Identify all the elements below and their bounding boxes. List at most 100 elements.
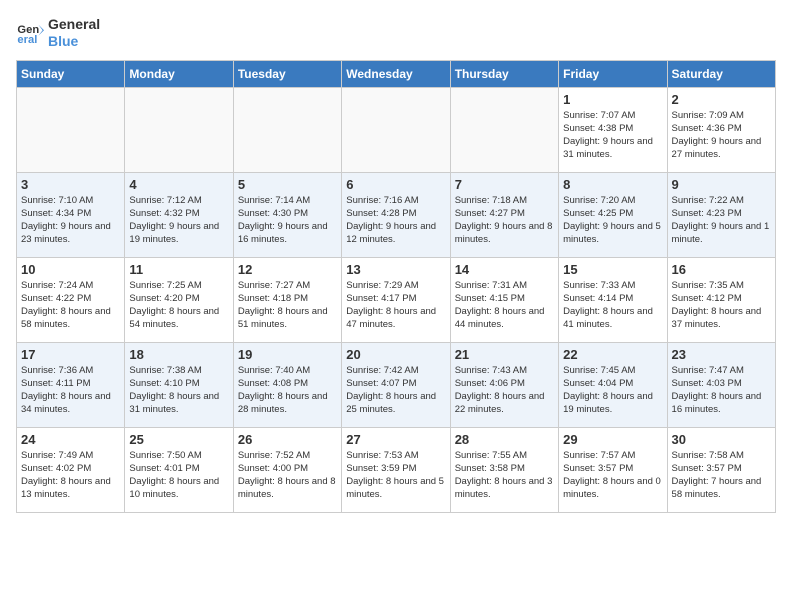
day-info: Sunrise: 7:40 AMSunset: 4:08 PMDaylight:… [238,364,337,417]
day-number: 1 [563,92,662,107]
day-info: Sunrise: 7:09 AMSunset: 4:36 PMDaylight:… [672,109,771,162]
day-number: 20 [346,347,445,362]
day-number: 25 [129,432,228,447]
day-info: Sunrise: 7:58 AMSunset: 3:57 PMDaylight:… [672,449,771,502]
day-info: Sunrise: 7:43 AMSunset: 4:06 PMDaylight:… [455,364,554,417]
week-row-5: 24 Sunrise: 7:49 AMSunset: 4:02 PMDayligh… [17,427,776,512]
day-number: 8 [563,177,662,192]
day-cell: 9 Sunrise: 7:22 AMSunset: 4:23 PMDaylight… [667,172,775,257]
day-info: Sunrise: 7:50 AMSunset: 4:01 PMDaylight:… [129,449,228,502]
col-header-tuesday: Tuesday [233,60,341,87]
day-info: Sunrise: 7:24 AMSunset: 4:22 PMDaylight:… [21,279,120,332]
col-header-monday: Monday [125,60,233,87]
day-cell: 27 Sunrise: 7:53 AMSunset: 3:59 PMDayligh… [342,427,450,512]
day-cell: 3 Sunrise: 7:10 AMSunset: 4:34 PMDaylight… [17,172,125,257]
day-cell: 19 Sunrise: 7:40 AMSunset: 4:08 PMDayligh… [233,342,341,427]
col-header-saturday: Saturday [667,60,775,87]
col-header-wednesday: Wednesday [342,60,450,87]
day-info: Sunrise: 7:14 AMSunset: 4:30 PMDaylight:… [238,194,337,247]
day-number: 7 [455,177,554,192]
day-number: 24 [21,432,120,447]
day-info: Sunrise: 7:36 AMSunset: 4:11 PMDaylight:… [21,364,120,417]
day-info: Sunrise: 7:42 AMSunset: 4:07 PMDaylight:… [346,364,445,417]
week-row-2: 3 Sunrise: 7:10 AMSunset: 4:34 PMDaylight… [17,172,776,257]
day-number: 2 [672,92,771,107]
day-info: Sunrise: 7:29 AMSunset: 4:17 PMDaylight:… [346,279,445,332]
day-cell: 6Sunrise: 7:16 AMSunset: 4:28 PMDaylight… [342,172,450,257]
day-number: 21 [455,347,554,362]
day-info: Sunrise: 7:38 AMSunset: 4:10 PMDaylight:… [129,364,228,417]
logo-text: General Blue [48,16,100,50]
header: Gen eral General Blue [16,16,776,50]
day-info: Sunrise: 7:53 AMSunset: 3:59 PMDaylight:… [346,449,445,502]
logo-icon: Gen eral [16,19,44,47]
day-info: Sunrise: 7:45 AMSunset: 4:04 PMDaylight:… [563,364,662,417]
day-cell: 12 Sunrise: 7:27 AMSunset: 4:18 PMDayligh… [233,257,341,342]
day-cell: 24 Sunrise: 7:49 AMSunset: 4:02 PMDayligh… [17,427,125,512]
day-info: Sunrise: 7:55 AMSunset: 3:58 PMDaylight:… [455,449,554,502]
day-cell: 20 Sunrise: 7:42 AMSunset: 4:07 PMDayligh… [342,342,450,427]
day-number: 15 [563,262,662,277]
week-row-4: 17 Sunrise: 7:36 AMSunset: 4:11 PMDayligh… [17,342,776,427]
day-cell: 25 Sunrise: 7:50 AMSunset: 4:01 PMDayligh… [125,427,233,512]
day-number: 12 [238,262,337,277]
day-cell: 21 Sunrise: 7:43 AMSunset: 4:06 PMDayligh… [450,342,558,427]
day-number: 3 [21,177,120,192]
day-info: Sunrise: 7:07 AMSunset: 4:38 PMDaylight:… [563,109,662,162]
week-row-1: 1 Sunrise: 7:07 AMSunset: 4:38 PMDaylight… [17,87,776,172]
day-cell: 11 Sunrise: 7:25 AMSunset: 4:20 PMDayligh… [125,257,233,342]
day-number: 6 [346,177,445,192]
day-cell: 5 Sunrise: 7:14 AMSunset: 4:30 PMDaylight… [233,172,341,257]
day-info: Sunrise: 7:49 AMSunset: 4:02 PMDaylight:… [21,449,120,502]
day-cell [450,87,558,172]
day-number: 19 [238,347,337,362]
day-number: 27 [346,432,445,447]
day-number: 16 [672,262,771,277]
day-info: Sunrise: 7:52 AMSunset: 4:00 PMDaylight:… [238,449,337,502]
day-info: Sunrise: 7:12 AMSunset: 4:32 PMDaylight:… [129,194,228,247]
day-number: 26 [238,432,337,447]
day-info: Sunrise: 7:47 AMSunset: 4:03 PMDaylight:… [672,364,771,417]
day-number: 14 [455,262,554,277]
day-number: 5 [238,177,337,192]
day-info: Sunrise: 7:57 AMSunset: 3:57 PMDaylight:… [563,449,662,502]
day-number: 22 [563,347,662,362]
day-cell: 10 Sunrise: 7:24 AMSunset: 4:22 PMDayligh… [17,257,125,342]
day-cell: 15 Sunrise: 7:33 AMSunset: 4:14 PMDayligh… [559,257,667,342]
day-info: Sunrise: 7:35 AMSunset: 4:12 PMDaylight:… [672,279,771,332]
day-info: Sunrise: 7:25 AMSunset: 4:20 PMDaylight:… [129,279,228,332]
day-cell: 26 Sunrise: 7:52 AMSunset: 4:00 PMDayligh… [233,427,341,512]
day-number: 4 [129,177,228,192]
day-cell: 29 Sunrise: 7:57 AMSunset: 3:57 PMDayligh… [559,427,667,512]
day-info: Sunrise: 7:10 AMSunset: 4:34 PMDaylight:… [21,194,120,247]
day-info: Sunrise: 7:18 AMSunset: 4:27 PMDaylight:… [455,194,554,247]
day-cell: 2 Sunrise: 7:09 AMSunset: 4:36 PMDaylight… [667,87,775,172]
day-cell [233,87,341,172]
day-cell: 8 Sunrise: 7:20 AMSunset: 4:25 PMDaylight… [559,172,667,257]
svg-text:eral: eral [17,34,37,46]
day-cell: 28 Sunrise: 7:55 AMSunset: 3:58 PMDayligh… [450,427,558,512]
day-info: Sunrise: 7:20 AMSunset: 4:25 PMDaylight:… [563,194,662,247]
day-info: Sunrise: 7:33 AMSunset: 4:14 PMDaylight:… [563,279,662,332]
day-cell: 16 Sunrise: 7:35 AMSunset: 4:12 PMDayligh… [667,257,775,342]
day-number: 18 [129,347,228,362]
day-cell: 23 Sunrise: 7:47 AMSunset: 4:03 PMDayligh… [667,342,775,427]
day-cell [342,87,450,172]
day-number: 29 [563,432,662,447]
day-number: 9 [672,177,771,192]
day-cell: 17 Sunrise: 7:36 AMSunset: 4:11 PMDayligh… [17,342,125,427]
col-header-thursday: Thursday [450,60,558,87]
calendar-table: SundayMondayTuesdayWednesdayThursdayFrid… [16,60,776,513]
day-number: 23 [672,347,771,362]
day-number: 28 [455,432,554,447]
day-cell [17,87,125,172]
day-info: Sunrise: 7:22 AMSunset: 4:23 PMDaylight:… [672,194,771,247]
day-number: 10 [21,262,120,277]
day-info: Sunrise: 7:31 AMSunset: 4:15 PMDaylight:… [455,279,554,332]
day-cell: 30Sunrise: 7:58 AMSunset: 3:57 PMDayligh… [667,427,775,512]
day-number: 17 [21,347,120,362]
day-info: Sunrise: 7:27 AMSunset: 4:18 PMDaylight:… [238,279,337,332]
day-number: 11 [129,262,228,277]
day-cell: 18 Sunrise: 7:38 AMSunset: 4:10 PMDayligh… [125,342,233,427]
day-cell: 22 Sunrise: 7:45 AMSunset: 4:04 PMDayligh… [559,342,667,427]
